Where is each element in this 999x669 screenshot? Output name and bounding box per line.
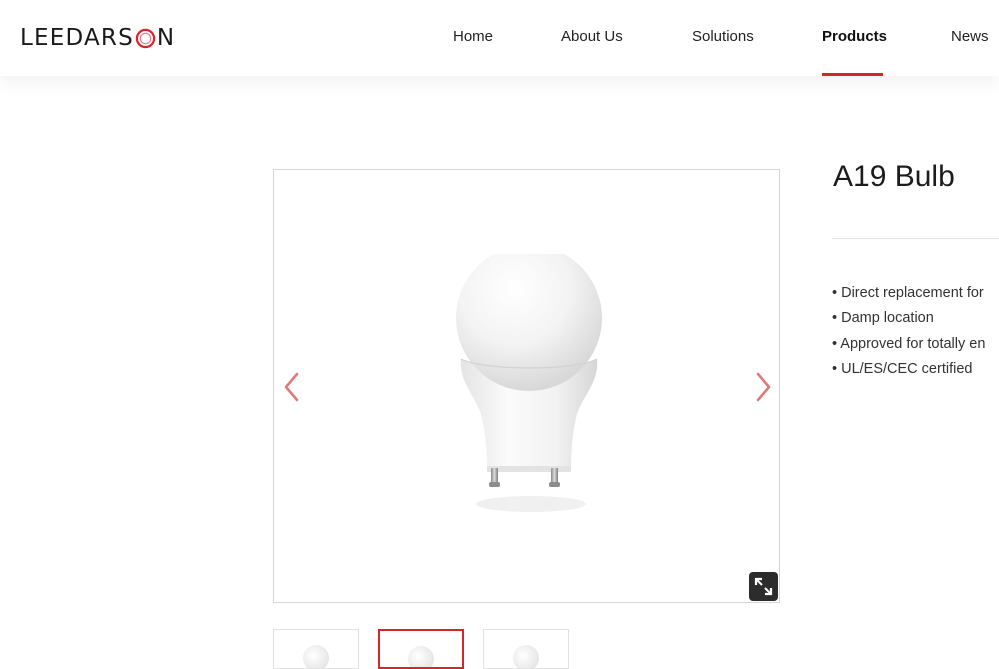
nav-news[interactable]: News — [951, 28, 989, 45]
nav-solutions[interactable]: Solutions — [692, 28, 754, 45]
bulb-thumbnail-image — [513, 645, 539, 668]
main-navigation: Home About Us Solutions Products News — [0, 28, 999, 76]
feature-item: • Approved for totally en — [832, 335, 986, 352]
gallery-next-button[interactable] — [752, 370, 776, 404]
nav-home[interactable]: Home — [453, 28, 493, 45]
fullscreen-button[interactable] — [749, 572, 778, 601]
product-title: A19 Bulb — [833, 160, 955, 193]
chevron-right-icon — [756, 372, 771, 402]
expand-icon — [754, 577, 773, 596]
nav-products[interactable]: Products — [822, 28, 887, 45]
nav-active-underline — [822, 73, 883, 76]
product-image-a19-bulb — [449, 245, 609, 529]
nav-about-us[interactable]: About Us — [561, 28, 623, 45]
chevron-left-icon — [284, 372, 299, 402]
product-image-gallery — [273, 169, 780, 603]
bulb-thumbnail-image — [303, 645, 329, 668]
thumbnail-3[interactable] — [483, 629, 569, 669]
feature-item: • UL/ES/CEC certified — [832, 360, 973, 377]
feature-item: • Damp location — [832, 310, 934, 327]
thumbnail-2-active[interactable] — [378, 629, 464, 669]
feature-item: • Direct replacement for — [832, 285, 984, 301]
site-header: LEEDARS N Home About Us Solutions Produc… — [0, 0, 999, 76]
bulb-thumbnail-image — [408, 646, 434, 667]
product-feature-list: • Direct replacement for • Damp location… — [832, 285, 985, 386]
title-divider — [832, 238, 999, 239]
thumbnail-1[interactable] — [273, 629, 359, 669]
gallery-prev-button[interactable] — [279, 370, 303, 404]
